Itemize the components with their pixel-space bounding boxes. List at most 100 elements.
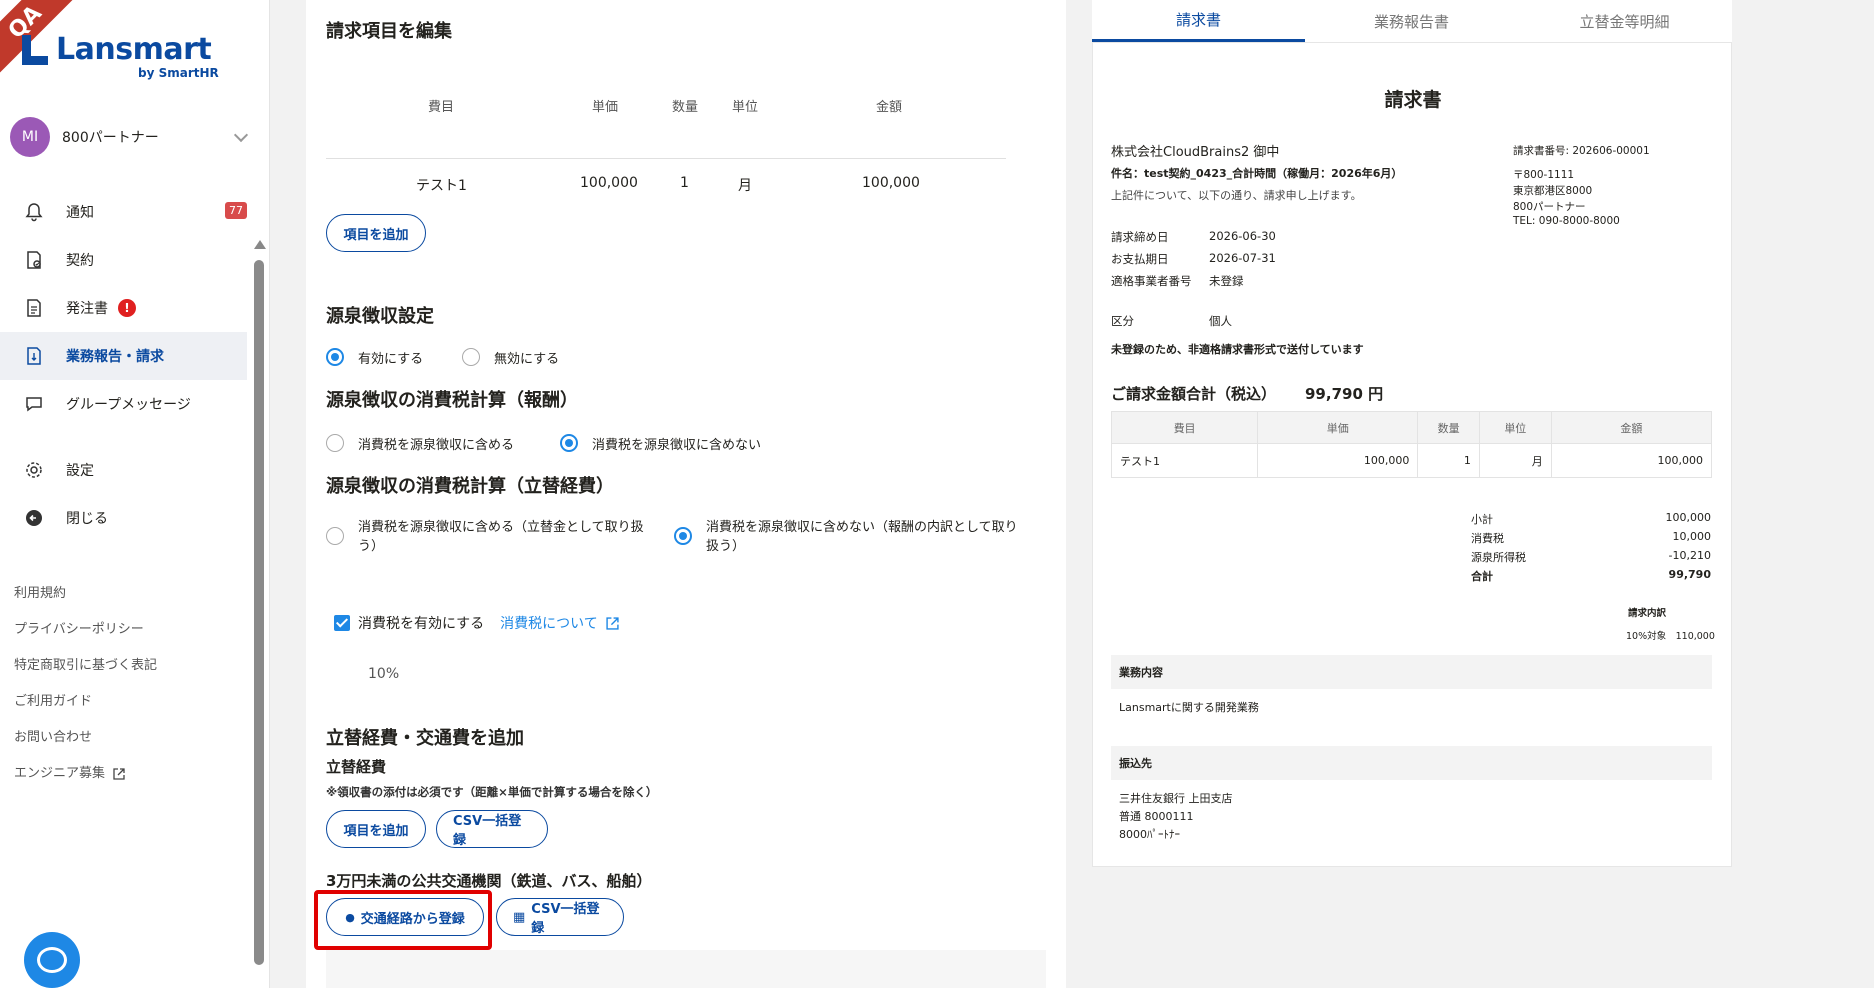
logo-text: Lansmart (56, 32, 212, 67)
meta-val-close: 2026-06-30 (1209, 229, 1276, 243)
transit-csv-label: CSV一括登録 (531, 902, 600, 936)
arrow-left-circle-icon (24, 508, 44, 528)
sidebar-item-label: 設定 (66, 463, 94, 479)
expense-add-item-button[interactable]: 項目を追加 (326, 810, 426, 848)
total-label: ご請求金額合計（税込） (1111, 385, 1277, 403)
client-name: 株式会社CloudBrains2 御中 (1111, 145, 1280, 160)
contract-icon (24, 250, 44, 270)
link-commerce-law[interactable]: 特定商取引に基づく表記 (14, 648, 157, 684)
radio-selected (674, 527, 692, 545)
document-icon (24, 298, 44, 318)
footer-links: 利用規約 プライバシーポリシー 特定商取引に基づく表記 ご利用ガイド お問い合わ… (14, 576, 157, 792)
th-qty: 数量 (1417, 411, 1480, 444)
account-switcher[interactable]: MI 800パートナー (10, 116, 254, 158)
sidebar-item-purchase-order[interactable]: 発注書 ! (0, 284, 247, 332)
highlight-annotation (314, 890, 492, 950)
chevron-down-icon (233, 127, 249, 143)
meta-val-registration: 未登録 (1209, 274, 1244, 288)
tab-work-report[interactable]: 業務報告書 (1305, 0, 1518, 42)
invoice-subject: 件名：test契約_0423_合計時間（稼働月：2026年6月） (1111, 167, 1403, 180)
radio-label: 消費税を源泉徴収に含める (358, 438, 515, 453)
invoice-edit-form: 請求項目を編集 費目 単価 数量 単位 金額 テスト1 100,000 1 月 … (306, 0, 1066, 988)
sidebar-item-settings[interactable]: 設定 (0, 446, 247, 494)
col-header-unit: 単位 (732, 100, 759, 115)
td-amount: 100,000 (1550, 443, 1713, 478)
table-row: テスト1 100,000 1 月 100,000 (1110, 443, 1713, 478)
summary-value: -10,210 (1668, 549, 1711, 562)
tab-invoice[interactable]: 請求書 (1092, 0, 1305, 42)
grid-icon: ▦ (513, 909, 526, 925)
alert-badge: ! (118, 299, 136, 317)
th-amount: 金額 (1550, 411, 1713, 444)
summary-total: 合計 99,790 (1471, 568, 1711, 584)
th-unit: 単位 (1478, 411, 1552, 444)
row-item[interactable]: テスト1 (416, 175, 467, 195)
table-divider (326, 158, 1006, 159)
col-header-item: 費目 (428, 100, 455, 115)
invoice-icon (24, 346, 44, 366)
add-item-button[interactable]: 項目を追加 (326, 214, 426, 252)
td-unit: 月 (1478, 443, 1552, 478)
radio-tax-reward-exclude[interactable]: 消費税を源泉徴収に含めない (560, 434, 761, 453)
th-price: 単価 (1257, 411, 1419, 444)
radio-label: 消費税を源泉徴収に含めない（報酬の内訳として取り扱う） (706, 520, 1018, 554)
summary-subtotal: 小計 100,000 (1471, 511, 1711, 527)
sidebar-scrollbar[interactable] (252, 240, 266, 968)
link-terms[interactable]: 利用規約 (14, 576, 157, 612)
sidebar-item-report-invoice[interactable]: 業務報告・請求 (0, 332, 247, 380)
tab-expense-detail[interactable]: 立替金等明細 (1518, 0, 1731, 42)
chat-icon (24, 394, 44, 414)
meta-key-due: お支払期日 (1111, 252, 1169, 266)
link-guide[interactable]: ご利用ガイド (14, 684, 157, 720)
invoice-title: 請求書 (1384, 89, 1442, 111)
row-unit[interactable]: 月 (738, 175, 752, 195)
logo-subtitle: by SmartHR (138, 66, 219, 80)
radio-tax-expense-include[interactable]: 消費税を源泉徴収に含める（立替金として取り扱う） (326, 518, 646, 556)
scroll-up-arrow-icon[interactable] (254, 240, 266, 249)
sidebar-item-close[interactable]: 閉じる (0, 494, 247, 542)
sender-address: 東京都港区8000 (1513, 185, 1593, 197)
support-chat-button[interactable] (24, 932, 80, 988)
summary-withholding: 源泉所得税 -10,210 (1471, 549, 1711, 565)
radio-withholding-off[interactable]: 無効にする (462, 348, 559, 367)
meta-key-category: 区分 (1111, 314, 1134, 328)
tax-info-link[interactable]: 消費税について (500, 613, 619, 633)
scroll-thumb[interactable] (254, 260, 264, 965)
expense-note: ※領収書の添付は必須です（距離×単価で計算する場合を除く） (326, 785, 658, 799)
link-privacy[interactable]: プライバシーポリシー (14, 612, 157, 648)
summary-value: 10,000 (1672, 530, 1712, 543)
sidebar-item-notifications[interactable]: 通知 77 (0, 188, 247, 236)
sidebar-item-contract[interactable]: 契約 (0, 236, 247, 284)
invoice-number: 請求書番号: 202606-00001 (1513, 145, 1650, 157)
link-contact[interactable]: お問い合わせ (14, 720, 157, 756)
radio-tax-reward-include[interactable]: 消費税を源泉徴収に含める (326, 434, 514, 453)
tax-rate-value[interactable]: 10% (368, 666, 399, 682)
external-link-icon (113, 768, 125, 780)
logo[interactable]: Lansmart (22, 32, 212, 67)
avatar: MI (10, 117, 50, 157)
row-price[interactable]: 100,000 (580, 175, 638, 191)
summary-key: 合計 (1471, 570, 1493, 583)
transit-csv-button[interactable]: ▦ CSV一括登録 (496, 898, 624, 936)
bank-line-1: 三井住友銀行 上田支店 (1119, 792, 1233, 805)
section-title-expense: 立替経費・交通費を追加 (326, 728, 524, 749)
radio-selected (560, 434, 578, 452)
tax-enable-checkbox[interactable]: 消費税を有効にする 消費税について (334, 613, 619, 633)
meta-key-registration: 適格事業者番号 (1111, 274, 1192, 288)
sidebar: QA Lansmart by SmartHR MI 800パートナー 通知 77… (0, 0, 270, 988)
expense-csv-button[interactable]: CSV一括登録 (436, 810, 548, 848)
row-qty[interactable]: 1 (680, 175, 689, 191)
invoice-greeting: 上記件について、以下の通り、請求申し上げます。 (1111, 189, 1362, 202)
external-link-icon (606, 616, 619, 630)
summary-key: 源泉所得税 (1471, 551, 1526, 564)
tax-breakdown-title: 請求内訳 (1628, 608, 1667, 619)
sender-postal: 〒800-1111 (1513, 169, 1575, 181)
sidebar-item-group-message[interactable]: グループメッセージ (0, 380, 247, 428)
radio-unselected (326, 527, 344, 545)
radio-withholding-on[interactable]: 有効にする (326, 348, 423, 367)
radio-tax-expense-exclude[interactable]: 消費税を源泉徴収に含めない（報酬の内訳として取り扱う） (674, 518, 1024, 556)
link-recruit[interactable]: エンジニア募集 (14, 756, 157, 792)
checkbox-checked-icon (334, 615, 350, 631)
notification-count-badge: 77 (225, 202, 247, 219)
radio-label: 消費税を源泉徴収に含める（立替金として取り扱う） (358, 520, 644, 554)
